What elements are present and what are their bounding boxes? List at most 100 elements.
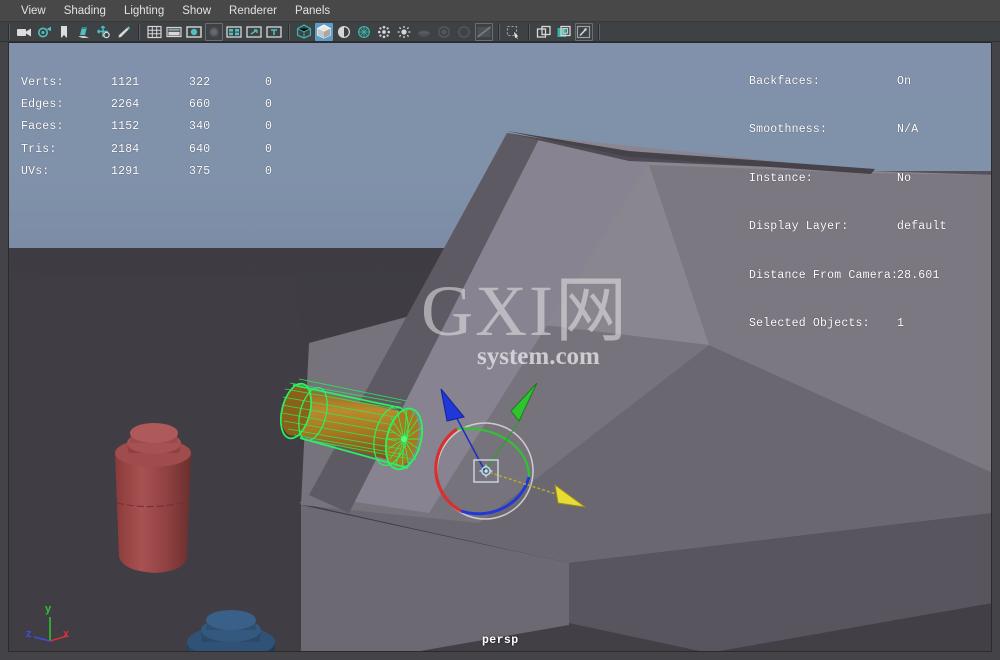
- menu-item-lighting[interactable]: Lighting: [115, 0, 173, 22]
- table-row: Faces: 1152 340 0: [21, 116, 325, 138]
- isolate-select-icon[interactable]: [505, 23, 523, 41]
- hud-object-details-panel: Backfaces: On Smoothness: N/A Instance: …: [749, 45, 947, 361]
- axis-triad: y x z: [25, 603, 77, 649]
- hud-edges-col3: 0: [265, 98, 273, 112]
- hud-faces-col1: 1152: [111, 120, 140, 134]
- hud-row-smoothness: Smoothness: N/A: [749, 119, 918, 141]
- hud-label-faces: Faces:: [21, 120, 64, 134]
- axis-z-line: [33, 636, 51, 642]
- transform-manipulator[interactable]: [417, 373, 607, 533]
- smooth-shading-icon[interactable]: [315, 22, 333, 41]
- y-axis-line: [484, 416, 523, 472]
- toolbar-separator: [288, 23, 290, 40]
- camera-icon[interactable]: [15, 23, 33, 41]
- menu-bar: View Shading Lighting Show Renderer Pane…: [0, 0, 1000, 22]
- hud-poly-count-panel: Verts: 1121 322 0 Edges: 2264 660 0 Face…: [21, 45, 325, 209]
- safe-title-icon[interactable]: [265, 23, 283, 41]
- motion-blur-icon[interactable]: [455, 23, 473, 41]
- hud-row-display-layer: Display Layer: default: [749, 216, 947, 238]
- safe-action-icon[interactable]: [245, 23, 263, 41]
- hud-label-smoothness: Smoothness:: [749, 123, 828, 137]
- hud-verts-col1: 1121: [111, 75, 140, 89]
- anti-alias-icon[interactable]: [475, 22, 493, 41]
- hud-poly-count-table: Verts: 1121 322 0 Edges: 2264 660 0 Face…: [21, 71, 325, 183]
- table-row: Tris: 2184 640 0: [21, 138, 325, 160]
- hud-faces-col2: 340: [189, 120, 211, 134]
- viewport-toolbar: [0, 22, 1000, 42]
- hud-row-distance-from-camera: Distance From Camera: 28.601: [749, 265, 939, 287]
- menu-item-renderer[interactable]: Renderer: [220, 0, 286, 22]
- hud-tris-col2: 640: [189, 142, 211, 156]
- table-row: Edges: 2264 660 0: [21, 93, 325, 115]
- occlusion-icon[interactable]: [435, 23, 453, 41]
- menu-item-view[interactable]: View: [12, 0, 55, 22]
- perspective-viewport[interactable]: Verts: 1121 322 0 Edges: 2264 660 0 Face…: [8, 42, 992, 652]
- hud-tris-col3: 0: [265, 142, 273, 156]
- hud-uvs-col3: 0: [265, 165, 273, 179]
- table-row: UVs: 1291 375 0: [21, 161, 325, 183]
- lighting-icon[interactable]: [395, 23, 413, 41]
- red-capsule[interactable]: [97, 411, 217, 581]
- hud-label-uvs: UVs:: [21, 165, 50, 179]
- wireframe-shading-icon[interactable]: [295, 23, 313, 41]
- hud-label-selected-objects: Selected Objects:: [749, 316, 870, 330]
- hud-value-display-layer: default: [897, 220, 947, 234]
- grease-pencil-icon[interactable]: [115, 23, 133, 41]
- shadows-icon[interactable]: [415, 23, 433, 41]
- hud-uvs-col2: 375: [189, 165, 211, 179]
- table-row: Verts: 1121 322 0: [21, 71, 325, 93]
- hud-label-verts: Verts:: [21, 75, 64, 89]
- hud-label-tris: Tris:: [21, 142, 57, 156]
- menu-item-show[interactable]: Show: [173, 0, 220, 22]
- hud-value-smoothness: N/A: [897, 123, 919, 137]
- axis-label-z: z: [26, 628, 32, 640]
- toolbar-separator: [498, 23, 500, 40]
- hud-edges-col2: 660: [189, 98, 211, 112]
- hud-value-backfaces: On: [897, 75, 912, 88]
- gate-mask-icon[interactable]: [205, 22, 223, 41]
- hud-faces-col3: 0: [265, 120, 273, 134]
- hud-label-instance: Instance:: [749, 171, 813, 185]
- hud-label-distance-from-camera: Distance From Camera:: [749, 268, 899, 282]
- hud-verts-col2: 322: [189, 75, 211, 89]
- resolution-gate-icon[interactable]: [185, 23, 203, 41]
- image-plane-icon[interactable]: [75, 23, 93, 41]
- camera-attributes-icon[interactable]: [35, 23, 53, 41]
- two-d-pan-zoom-icon[interactable]: [95, 23, 113, 41]
- hud-label-backfaces: Backfaces:: [749, 75, 821, 88]
- hud-label-display-layer: Display Layer:: [749, 220, 849, 234]
- rotate-x-ring: [434, 427, 462, 513]
- hud-row-selected-objects: Selected Objects: 1: [749, 313, 904, 335]
- hud-row-backfaces: Backfaces: On: [749, 71, 911, 93]
- hud-label-edges: Edges:: [21, 98, 64, 112]
- wireframe-on-shaded-icon[interactable]: [355, 23, 373, 41]
- hud-tris-col1: 2184: [111, 142, 140, 156]
- z-axis-arrow: [440, 388, 465, 422]
- film-gate-icon[interactable]: [165, 23, 183, 41]
- camera-name-label: persp: [482, 634, 519, 647]
- shaded-textured-icon[interactable]: [335, 23, 353, 41]
- panel-copy-icon[interactable]: [535, 23, 553, 41]
- hud-value-distance-from-camera: 28.601: [897, 268, 940, 282]
- field-chart-icon[interactable]: [225, 23, 243, 41]
- hud-edges-col1: 2264: [111, 98, 140, 112]
- y-axis-arrow: [510, 382, 538, 422]
- axis-label-x: x: [63, 628, 70, 640]
- hud-row-instance: Instance: No: [749, 168, 911, 190]
- hud-verts-col3: 0: [265, 75, 273, 89]
- xray-icon[interactable]: [375, 23, 393, 41]
- blue-capsule[interactable]: [171, 596, 291, 652]
- toolbar-separator: [8, 23, 10, 40]
- x-axis-arrow: [554, 483, 586, 508]
- hud-uvs-col1: 1291: [111, 165, 140, 179]
- menu-item-shading[interactable]: Shading: [55, 0, 115, 22]
- bookmark-icon[interactable]: [55, 23, 73, 41]
- grid-icon[interactable]: [145, 23, 163, 41]
- panel-tear-icon[interactable]: [555, 23, 573, 41]
- menu-item-panels[interactable]: Panels: [286, 0, 339, 22]
- hud-value-instance: No: [897, 171, 912, 185]
- z-axis-line: [453, 412, 486, 472]
- toolbar-separator: [598, 23, 600, 40]
- toolbar-separator: [138, 23, 140, 40]
- panel-snapshot-icon[interactable]: [575, 22, 593, 41]
